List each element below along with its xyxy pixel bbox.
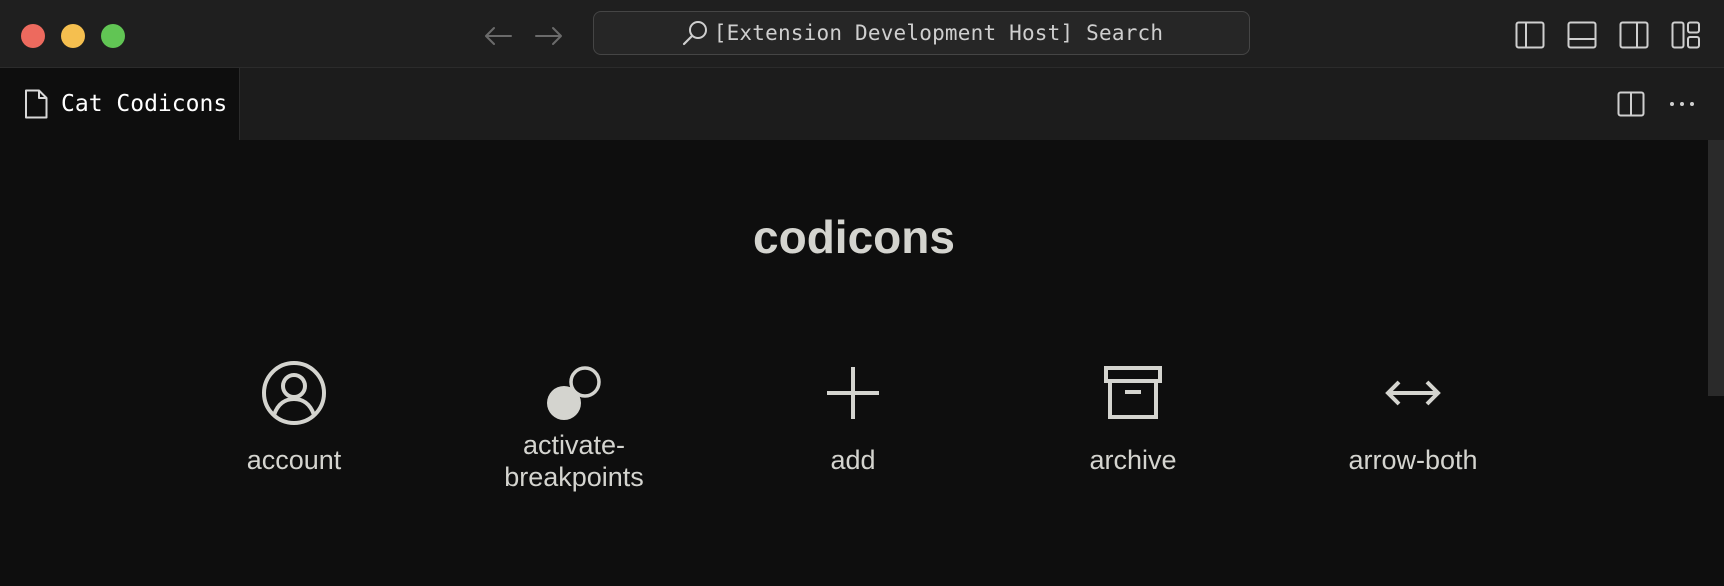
icon-label-line-2: breakpoints (504, 462, 644, 492)
toggle-secondary-sidebar-button[interactable] (1617, 18, 1651, 52)
go-forward-button[interactable] (533, 20, 565, 52)
icon-item-account: account (184, 350, 404, 476)
file-icon (23, 89, 49, 119)
go-back-button[interactable] (482, 20, 514, 52)
icon-label-line-1: activate- (522, 430, 626, 460)
icon-label: add (830, 445, 876, 475)
arrow-right-icon (535, 27, 562, 45)
activate-breakpoints-icon (547, 366, 601, 420)
icon-item-add: add (743, 350, 963, 476)
customize-layout-button[interactable] (1669, 18, 1703, 52)
sidebar-right-icon (1619, 21, 1649, 49)
vertical-scrollbar[interactable] (1708, 140, 1724, 396)
icon-label: account (246, 445, 342, 475)
tab-label: Cat Codicons (61, 91, 228, 117)
maximize-window-button[interactable] (101, 24, 125, 48)
icon-label: arrow-both (1348, 445, 1478, 475)
ellipsis-icon (1670, 102, 1694, 106)
add-icon (827, 367, 879, 419)
editor-tab-bar: Cat Codicons (0, 68, 1724, 140)
close-window-button[interactable] (21, 24, 45, 48)
icon-label: archive (1089, 445, 1177, 475)
minimize-window-button[interactable] (61, 24, 85, 48)
title-bar: [Extension Development Host] Search (0, 0, 1724, 68)
toggle-panel-button[interactable] (1565, 18, 1599, 52)
sidebar-left-icon (1515, 21, 1545, 49)
more-actions-button[interactable] (1665, 87, 1699, 121)
page-title: codicons (753, 211, 955, 263)
tab-cat-codicons[interactable]: Cat Codicons (0, 68, 240, 140)
command-center-search[interactable]: [Extension Development Host] Search (593, 11, 1250, 55)
search-icon (680, 18, 710, 48)
icon-item-archive: archive (1023, 350, 1243, 476)
split-editor-button[interactable] (1614, 87, 1648, 121)
webview-content: codicons account activate- breakpoints a… (0, 140, 1724, 586)
icon-item-arrow-both: arrow-both (1303, 350, 1523, 476)
arrow-both-icon (1385, 380, 1441, 406)
vscode-window: [Extension Development Host] Search Cat … (0, 0, 1724, 586)
archive-icon (1104, 366, 1162, 419)
search-text: [Extension Development Host] Search (713, 21, 1164, 45)
customize-layout-icon (1671, 21, 1700, 49)
toggle-primary-sidebar-button[interactable] (1513, 18, 1547, 52)
account-icon (262, 361, 326, 425)
split-editor-icon (1617, 91, 1645, 117)
arrow-left-icon (485, 27, 512, 45)
panel-bottom-icon (1567, 21, 1597, 49)
icon-item-activate-breakpoints: activate- breakpoints (464, 350, 684, 493)
icon-label: activate- breakpoints (464, 429, 684, 493)
